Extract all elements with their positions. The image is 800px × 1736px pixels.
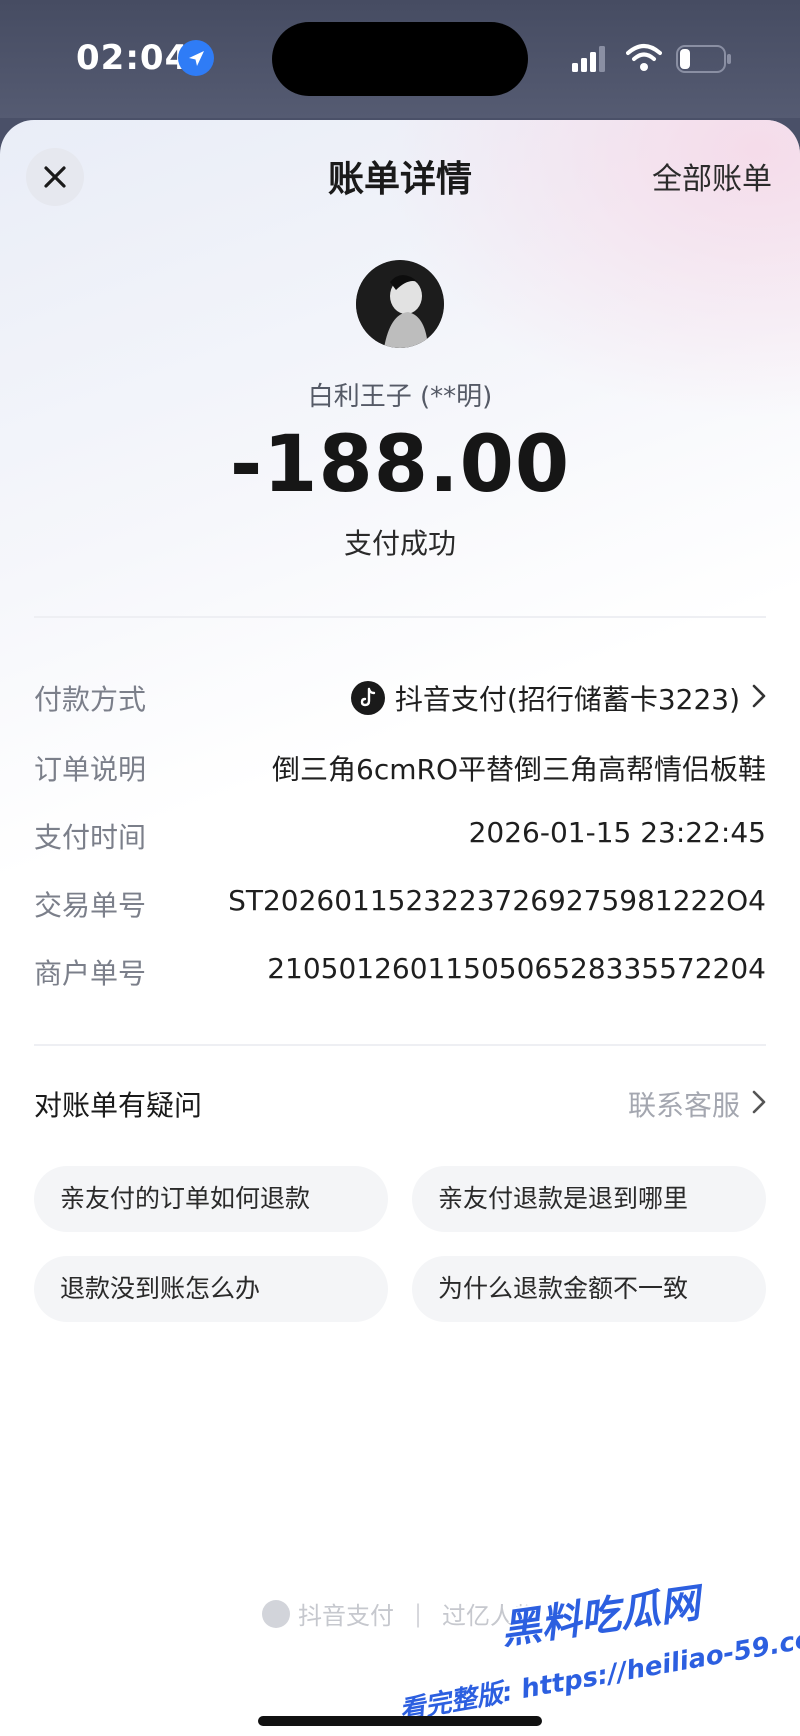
douyin-pay-logo-icon bbox=[261, 1599, 290, 1628]
faq-chip[interactable]: 亲友付的订单如何退款 bbox=[34, 1166, 388, 1232]
detail-value: 2026-01-15 23:22:45 bbox=[468, 816, 766, 849]
detail-row-payment-time: 支付时间 2026-01-15 23:22:45 bbox=[34, 816, 766, 856]
battery-icon bbox=[676, 44, 732, 74]
footer-brand: 抖音支付 bbox=[297, 1602, 394, 1630]
help-section-title: 对账单有疑问 bbox=[34, 1089, 203, 1122]
location-arrow-icon bbox=[178, 40, 214, 76]
payment-amount: -188.00 bbox=[229, 420, 571, 510]
faq-chip[interactable]: 为什么退款金额不一致 bbox=[412, 1256, 766, 1322]
payment-status: 支付成功 bbox=[343, 527, 456, 560]
status-bar: 02:04 bbox=[0, 0, 800, 118]
detail-value: 抖音支付(招行储蓄卡3223) bbox=[350, 678, 766, 718]
merchant-name: 白利王子 (**明) bbox=[307, 382, 493, 412]
merchant-avatar bbox=[356, 260, 444, 348]
divider bbox=[34, 616, 766, 618]
detail-value: 2105012601150506528335572204 bbox=[267, 952, 766, 985]
dynamic-island bbox=[272, 22, 528, 96]
detail-label: 交易单号 bbox=[34, 889, 147, 922]
douyin-pay-icon bbox=[350, 681, 385, 715]
divider bbox=[34, 1044, 766, 1046]
detail-label: 订单说明 bbox=[34, 753, 147, 786]
cellular-signal-icon bbox=[572, 46, 608, 72]
detail-row-payment-method[interactable]: 付款方式 抖音支付(招行储蓄卡3223) bbox=[34, 678, 766, 718]
faq-chip[interactable]: 亲友付退款是退到哪里 bbox=[412, 1166, 766, 1232]
detail-row-transaction-id: 交易单号 ST20260115232237269275981222O4 bbox=[34, 884, 766, 924]
footer-separator: | bbox=[413, 1599, 423, 1628]
bill-detail-sheet: 账单详情 全部账单 白利王子 (**明) -188.00 支付成功 付款方式 抖… bbox=[0, 120, 800, 1736]
wifi-icon bbox=[626, 42, 662, 72]
contact-service-link[interactable]: 联系客服 bbox=[628, 1084, 766, 1124]
detail-row-order-description: 订单说明 倒三角6cmRO平替倒三角高帮情侣板鞋 bbox=[34, 748, 766, 788]
detail-label: 支付时间 bbox=[34, 821, 147, 854]
contact-service-label: 联系客服 bbox=[627, 1089, 740, 1122]
detail-label: 商户单号 bbox=[34, 957, 147, 990]
detail-label: 付款方式 bbox=[34, 683, 147, 716]
payment-method-text: 抖音支付(招行储蓄卡3223) bbox=[394, 683, 740, 716]
clock: 02:04 bbox=[76, 38, 190, 78]
detail-value: ST20260115232237269275981222O4 bbox=[228, 884, 766, 917]
detail-row-merchant-order-id: 商户单号 2105012601150506528335572204 bbox=[34, 952, 766, 992]
chevron-right-icon bbox=[752, 1088, 766, 1121]
home-indicator bbox=[258, 1716, 542, 1726]
chevron-right-icon bbox=[752, 682, 766, 715]
detail-value: 倒三角6cmRO平替倒三角高帮情侣板鞋 bbox=[272, 753, 766, 786]
faq-chip[interactable]: 退款没到账怎么办 bbox=[34, 1256, 388, 1322]
all-bills-link[interactable]: 全部账单 bbox=[652, 154, 772, 198]
